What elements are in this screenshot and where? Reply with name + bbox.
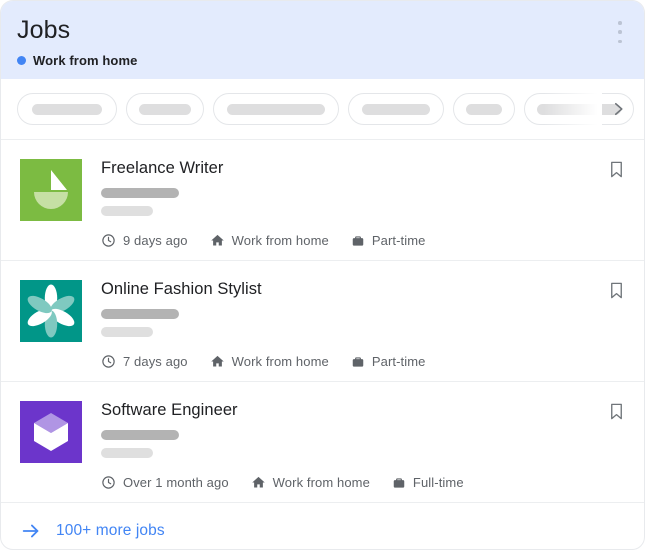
briefcase-icon [351,234,365,248]
job-posted-date: 9 days ago [101,233,188,248]
filter-chip-placeholder [227,103,325,115]
job-location: Work from home [210,233,329,248]
filter-chip-placeholder [362,103,430,115]
job-row[interactable]: Software Engineer Over 1 month ago Work fr… [1,382,644,503]
blue-dot-icon [17,56,26,65]
job-employment-type: Part-time [351,233,426,248]
job-posted-date-label: 7 days ago [123,354,188,369]
job-employment-type: Full-time [392,475,464,490]
job-company-placeholder [101,188,179,198]
job-source-placeholder [101,206,153,216]
job-details: Online Fashion Stylist 7 days ago Work fro… [82,277,628,369]
job-title: Online Fashion Stylist [101,280,262,298]
more-jobs-button[interactable]: 100+ more jobs [1,503,644,549]
filter-chip-placeholder [32,103,102,115]
filter-chip[interactable] [126,93,204,125]
job-posted-date: 7 days ago [101,354,188,369]
header-subtitle: Work from home [17,53,628,68]
job-posted-date-label: Over 1 month ago [123,475,229,490]
job-details: Freelance Writer 9 days ago Work from home… [82,156,628,248]
filter-chip[interactable] [213,93,339,125]
more-jobs-label: 100+ more jobs [56,522,165,539]
filter-chip-bar [1,79,644,140]
job-location-label: Work from home [231,233,329,248]
filter-chip-list[interactable] [17,79,644,139]
job-row[interactable]: Freelance Writer 9 days ago Work from home… [1,140,644,261]
home-icon [210,233,225,248]
page-title: Jobs [17,16,71,44]
job-details: Software Engineer Over 1 month ago Work fr… [82,398,628,490]
more-vert-icon[interactable] [612,21,628,43]
job-source-placeholder [101,448,153,458]
briefcase-icon [392,476,406,490]
job-row[interactable]: Online Fashion Stylist 7 days ago Work fro… [1,261,644,382]
filter-chip[interactable] [348,93,444,125]
jobs-card: Jobs Work from home Freelance Writer 9 da… [0,0,645,550]
flower-logo [20,280,82,342]
job-list: Freelance Writer 9 days ago Work from home… [1,140,644,503]
job-location-label: Work from home [272,475,370,490]
cube-box-logo [20,401,82,463]
bookmark-icon[interactable] [604,157,628,181]
job-title: Freelance Writer [101,159,224,177]
home-icon [210,354,225,369]
job-meta: Over 1 month ago Work from home Full-time [101,475,628,490]
bookmark-icon[interactable] [604,278,628,302]
job-employment-type: Part-time [351,354,426,369]
chevron-right-icon[interactable] [604,95,632,123]
filter-chip-placeholder [139,103,191,115]
briefcase-icon [351,355,365,369]
job-company-placeholder [101,309,179,319]
job-meta: 7 days ago Work from home Part-time [101,354,628,369]
clock-icon [101,354,116,369]
arrow-right-icon [20,520,42,542]
job-employment-type-label: Part-time [371,233,426,248]
job-posted-date: Over 1 month ago [101,475,229,490]
header-subtitle-label: Work from home [33,53,138,68]
job-location: Work from home [251,475,370,490]
sailboat-logo [20,159,82,221]
clock-icon [101,475,116,490]
bookmark-icon[interactable] [604,399,628,423]
job-employment-type-label: Part-time [371,354,426,369]
job-company-placeholder [101,430,179,440]
job-location-label: Work from home [231,354,329,369]
filter-chip-placeholder [466,103,502,115]
job-location: Work from home [210,354,329,369]
home-icon [251,475,266,490]
job-source-placeholder [101,327,153,337]
job-posted-date-label: 9 days ago [123,233,188,248]
clock-icon [101,233,116,248]
job-meta: 9 days ago Work from home Part-time [101,233,628,248]
job-title: Software Engineer [101,401,238,419]
filter-chip[interactable] [17,93,117,125]
card-header: Jobs Work from home [1,1,644,79]
filter-chip[interactable] [453,93,515,125]
job-employment-type-label: Full-time [412,475,464,490]
